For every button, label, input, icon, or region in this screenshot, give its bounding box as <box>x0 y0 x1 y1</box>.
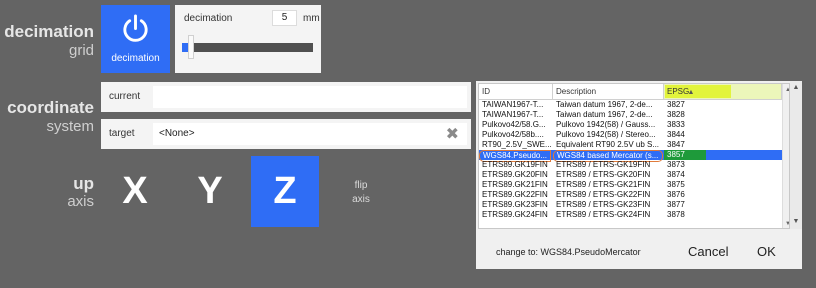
row-epsg: 3844 <box>667 130 685 139</box>
row-description: Pulkovo 1942(58) / Stereo... <box>556 130 656 139</box>
table-row[interactable]: ETRS89.GK19FIN ETRS89 / ETRS-GK19FIN 3873 <box>479 160 789 170</box>
table-row[interactable]: TAIWAN1967-T... Taiwan datum 1967, 2-de..… <box>479 110 789 120</box>
row-description: ETRS89 / ETRS-GK23FIN <box>556 200 651 209</box>
target-system-row: target <None> ✖ <box>101 119 471 149</box>
row-epsg: 3857 <box>664 150 706 160</box>
row-description: Taiwan datum 1967, 2-de... <box>556 110 653 119</box>
flip-label[interactable]: flip <box>346 180 376 191</box>
row-epsg: 3847 <box>667 140 685 149</box>
up-axis-subtitle: axis <box>67 193 94 210</box>
decimation-subtitle: grid <box>68 42 94 59</box>
row-id: ETRS89.GK20FIN <box>482 170 548 179</box>
coordinate-title: coordinate <box>7 98 94 117</box>
decimation-panel-title: decimation <box>184 13 233 24</box>
row-id: ETRS89.GK24FIN <box>482 210 548 219</box>
row-description: Pulkovo 1942(58) / Gauss... <box>556 120 656 129</box>
table-header: ID Description EPSG ▲ <box>479 84 789 100</box>
crs-picker-dialog: ID Description EPSG ▲ TAIWAN1967-T... Tai… <box>476 81 802 269</box>
row-id: TAIWAN1967-T... <box>482 100 544 109</box>
column-description[interactable]: Description <box>553 84 664 99</box>
row-description: ETRS89 / ETRS-GK21FIN <box>556 180 651 189</box>
table-row[interactable]: TAIWAN1967-T... Taiwan datum 1967, 2-de..… <box>479 100 789 110</box>
table-row[interactable]: Pulkovo42/58b.... Pulkovo 1942(58) / Ster… <box>479 130 789 140</box>
scroll-down-icon[interactable]: ▼ <box>783 218 789 228</box>
decimation-value-input[interactable]: 5 <box>272 10 297 26</box>
up-axis-title: up <box>73 174 94 193</box>
current-label: current <box>109 91 141 102</box>
row-id: Pulkovo42/58b.... <box>482 130 544 139</box>
outer-scrollbar[interactable]: ▲ ▼ <box>790 81 802 229</box>
coordinate-subtitle: system <box>46 118 94 135</box>
column-id[interactable]: ID <box>479 84 553 99</box>
table-row[interactable]: ETRS89.GK21FIN ETRS89 / ETRS-GK21FIN 3875 <box>479 180 789 190</box>
change-to-text: change to: WGS84.PseudoMercator <box>496 247 641 257</box>
cancel-button[interactable]: Cancel <box>688 244 728 259</box>
table-body: TAIWAN1967-T... Taiwan datum 1967, 2-de..… <box>479 100 789 220</box>
row-id: ETRS89.GK21FIN <box>482 180 548 189</box>
table-row[interactable]: WGS84.Pseudo... WGS84 based Mercator (s..… <box>479 150 789 162</box>
current-system-field[interactable] <box>153 86 467 108</box>
axis-x-button[interactable]: X <box>101 156 169 227</box>
decimation-panel: decimation 5 mm <box>175 5 321 73</box>
decimation-button-label: decimation <box>111 53 160 64</box>
ok-button[interactable]: OK <box>757 244 776 259</box>
row-description: ETRS89 / ETRS-GK24FIN <box>556 210 651 219</box>
flip-sub-label[interactable]: axis <box>346 194 376 205</box>
axis-y-button[interactable]: Y <box>176 156 244 227</box>
row-id: ETRS89.GK23FIN <box>482 200 548 209</box>
decimation-title: decimation <box>4 22 94 41</box>
row-epsg: 3833 <box>667 120 685 129</box>
row-epsg: 3827 <box>667 100 685 109</box>
close-icon[interactable]: ✖ <box>446 124 459 144</box>
axis-z-button[interactable]: Z <box>251 156 319 227</box>
table-row[interactable]: ETRS89.GK23FIN ETRS89 / ETRS-GK23FIN 3877 <box>479 200 789 210</box>
scroll-up-icon[interactable]: ▲ <box>783 84 789 96</box>
row-description: ETRS89 / ETRS-GK19FIN <box>556 160 651 169</box>
row-epsg: 3874 <box>667 170 685 179</box>
decimation-slider-track[interactable] <box>182 43 313 52</box>
column-epsg[interactable]: EPSG ▲ <box>664 84 782 99</box>
row-id: RT90_2.5V_SWE... <box>482 140 551 149</box>
target-system-field[interactable]: <None> <box>153 123 467 145</box>
row-id: ETRS89.GK19FIN <box>482 160 548 169</box>
table-row[interactable]: ETRS89.GK20FIN ETRS89 / ETRS-GK20FIN 3874 <box>479 170 789 180</box>
power-icon <box>123 14 148 42</box>
current-system-row: current <box>101 82 471 112</box>
row-id: ETRS89.GK22FIN <box>482 190 548 199</box>
table-row[interactable]: Pulkovo42/58.G... Pulkovo 1942(58) / Gaus… <box>479 120 789 130</box>
row-epsg: 3873 <box>667 160 685 169</box>
row-description: Taiwan datum 1967, 2-de... <box>556 100 653 109</box>
row-epsg: 3878 <box>667 210 685 219</box>
row-id: Pulkovo42/58.G... <box>482 120 546 129</box>
row-id: TAIWAN1967-T... <box>482 110 544 119</box>
row-epsg: 3877 <box>667 200 685 209</box>
target-label: target <box>109 128 135 139</box>
table-row[interactable]: ETRS89.GK24FIN ETRS89 / ETRS-GK24FIN 3878 <box>479 210 789 220</box>
sort-up-icon: ▲ <box>687 89 695 96</box>
decimation-slider-handle[interactable] <box>188 35 194 59</box>
row-epsg: 3875 <box>667 180 685 189</box>
row-description: ETRS89 / ETRS-GK22FIN <box>556 190 651 199</box>
row-epsg: 3876 <box>667 190 685 199</box>
column-epsg-label: EPSG <box>667 87 690 96</box>
outer-scroll-down-icon[interactable]: ▼ <box>790 215 802 229</box>
crs-table[interactable]: ID Description EPSG ▲ TAIWAN1967-T... Tai… <box>478 83 790 229</box>
row-description: ETRS89 / ETRS-GK20FIN <box>556 170 651 179</box>
table-scrollbar[interactable]: ▲ ▼ <box>782 84 789 228</box>
row-description: Equivalent RT90 2.5V ub S... <box>556 140 660 149</box>
table-row[interactable]: RT90_2.5V_SWE... Equivalent RT90 2.5V ub … <box>479 140 789 150</box>
decimation-toggle-button[interactable]: decimation <box>101 5 170 73</box>
table-row[interactable]: ETRS89.GK22FIN ETRS89 / ETRS-GK22FIN 3876 <box>479 190 789 200</box>
decimation-unit: mm <box>303 13 320 24</box>
outer-scroll-up-icon[interactable]: ▲ <box>790 81 802 95</box>
row-epsg: 3828 <box>667 110 685 119</box>
